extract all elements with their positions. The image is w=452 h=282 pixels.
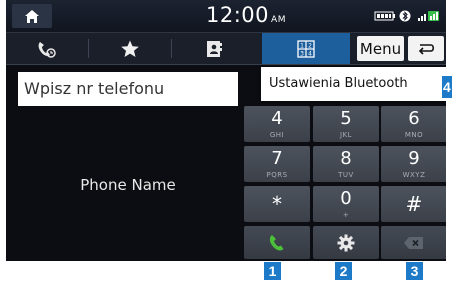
key-letters: PQRS — [266, 171, 288, 179]
call-icon — [269, 234, 284, 250]
connected-phone-name: Phone Name — [80, 176, 176, 194]
phone-number-input[interactable]: Wpisz nr telefonu — [18, 72, 238, 106]
key-hash[interactable]: # — [381, 186, 446, 222]
status-bar: 12:00 AM — [6, 0, 446, 32]
clock: 12:00 AM — [206, 3, 286, 27]
key-letters: TUV — [338, 171, 354, 179]
svg-text:2: 2 — [308, 42, 312, 49]
back-icon — [418, 43, 435, 55]
backspace-button[interactable] — [381, 226, 446, 259]
key-letters: MNO — [404, 131, 424, 139]
backspace-icon — [404, 236, 423, 249]
key-star[interactable]: * — [244, 186, 310, 222]
contacts-icon — [207, 40, 222, 57]
key-7[interactable]: 7 PQRS — [244, 146, 310, 182]
home-icon — [25, 10, 39, 23]
key-6[interactable]: 6 MNO — [381, 106, 446, 142]
key-digit: 5 — [340, 108, 352, 129]
key-letters: JKL — [339, 131, 353, 139]
tab-contacts[interactable] — [172, 33, 256, 64]
callout-marker-4: 4 — [442, 76, 452, 98]
key-digit: # — [405, 192, 423, 216]
settings-gear-icon — [337, 234, 355, 251]
key-digit: 7 — [271, 148, 283, 169]
status-icons — [374, 10, 439, 22]
menu-button[interactable]: Menu — [357, 36, 404, 61]
key-letters: + — [342, 211, 350, 219]
key-digit: 8 — [340, 148, 352, 169]
clock-time: 12:00 — [206, 3, 270, 27]
key-letters: GHI — [269, 131, 285, 139]
keypad-icon: 1 2 3 4 — [297, 39, 315, 58]
callout-marker-2: 2 — [335, 262, 352, 280]
head-unit-screen: 12:00 AM 1 2 3 4 Menu Wpisz nr telefonu … — [6, 0, 446, 261]
svg-text:4: 4 — [308, 50, 312, 57]
key-5[interactable]: 5 JKL — [313, 106, 379, 142]
callout-marker-3: 3 — [406, 262, 423, 280]
call-button[interactable] — [244, 226, 310, 259]
key-letters: WXYZ — [402, 171, 426, 179]
key-digit: 6 — [408, 108, 420, 129]
tab-keypad[interactable]: 1 2 3 4 — [262, 33, 350, 64]
svg-text:3: 3 — [300, 50, 304, 57]
battery-icon — [374, 11, 395, 21]
bluetooth-icon — [399, 10, 411, 22]
clock-ampm: AM — [271, 15, 286, 25]
signal-icon — [418, 11, 439, 21]
back-button[interactable] — [408, 36, 444, 61]
bluetooth-settings-menu-item[interactable]: Ustawienia Bluetooth — [261, 67, 446, 101]
key-0[interactable]: 0 + — [313, 186, 379, 222]
settings-button[interactable] — [313, 226, 379, 259]
favorites-icon — [121, 40, 139, 57]
key-digit: 4 — [271, 108, 283, 129]
tab-recent-calls[interactable] — [6, 33, 88, 64]
key-digit: 0 — [340, 188, 352, 209]
tab-favorites[interactable] — [89, 33, 171, 64]
key-digit: 9 — [408, 148, 420, 169]
key-9[interactable]: 9 WXYZ — [381, 146, 446, 182]
key-8[interactable]: 8 TUV — [313, 146, 379, 182]
recent-calls-icon — [38, 41, 56, 58]
key-4[interactable]: 4 GHI — [244, 106, 310, 142]
key-digit: * — [272, 192, 282, 216]
callout-marker-1: 1 — [264, 262, 281, 280]
home-button[interactable] — [12, 4, 52, 28]
svg-text:1: 1 — [300, 42, 304, 49]
